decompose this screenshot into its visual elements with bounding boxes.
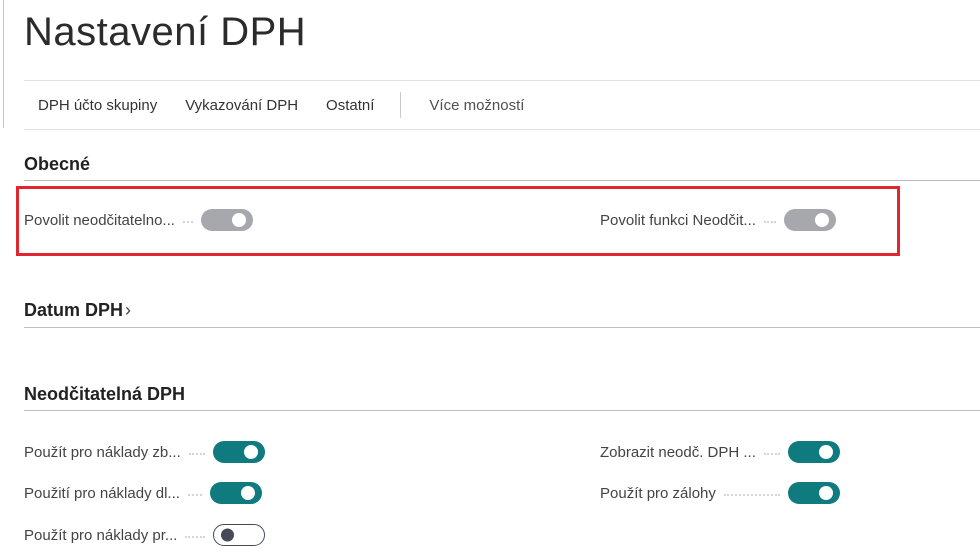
toggle-knob: [818, 486, 833, 500]
field-label: Použití pro náklady dl...: [24, 484, 180, 502]
field-dots: [723, 494, 780, 496]
section-non-deductible-divider: [24, 410, 980, 411]
field-use-for-item-cost: Použít pro náklady zb...: [24, 437, 265, 467]
allow-non-deductible-toggle[interactable]: [200, 209, 253, 231]
field-use-for-prepayments: Použít pro zálohy: [600, 478, 840, 508]
allow-non-deductible-feature-toggle[interactable]: [783, 209, 836, 231]
action-separator: [400, 92, 402, 118]
field-dots: [187, 494, 202, 496]
section-vat-date-title[interactable]: Datum DPH ›: [24, 300, 131, 321]
toggle-knob: [240, 486, 255, 500]
field-dots: [185, 536, 206, 538]
field-dots: [188, 453, 205, 455]
toggle-knob: [231, 213, 246, 227]
window-left-border: [3, 0, 4, 128]
use-for-fixed-asset-cost-toggle[interactable]: [209, 482, 262, 504]
field-label: Použít pro náklady zb...: [24, 443, 181, 461]
section-general-title[interactable]: Obecné: [24, 154, 90, 175]
page-title: Nastavení DPH: [24, 10, 307, 54]
use-for-job-cost-toggle[interactable]: [213, 524, 266, 546]
field-label: Použít pro zálohy: [600, 484, 716, 502]
field-dots: [182, 221, 193, 223]
section-non-deductible-title[interactable]: Neodčitatelná DPH: [24, 384, 185, 405]
field-label: Povolit neodčitatelno...: [24, 211, 175, 229]
toggle-knob: [818, 445, 833, 459]
chevron-right-icon: ›: [125, 300, 132, 320]
action-vat-posting-groups[interactable]: DPH účto skupiny: [38, 97, 157, 114]
field-dots: [763, 453, 780, 455]
field-show-non-deductible-vat: Zobrazit neodč. DPH ...: [600, 437, 840, 467]
section-vat-date-label: Datum DPH: [24, 300, 124, 320]
toggle-knob: [814, 213, 829, 227]
action-vat-reporting[interactable]: Vykazování DPH: [185, 97, 298, 114]
section-general-divider: [24, 180, 980, 181]
field-allow-non-deductible: Povolit neodčitatelno...: [24, 205, 253, 235]
field-label: Zobrazit neodč. DPH ...: [600, 443, 756, 461]
field-label: Použít pro náklady pr...: [24, 526, 178, 544]
action-bar: DPH účto skupiny Vykazování DPH Ostatní …: [24, 80, 980, 130]
more-options-button[interactable]: Více možností: [429, 97, 524, 114]
toggle-knob: [243, 445, 258, 459]
field-use-for-job-cost: Použít pro náklady pr...: [24, 520, 266, 550]
field-allow-non-deductible-feature: Povolit funkci Neodčit...: [600, 205, 836, 235]
use-for-item-cost-toggle[interactable]: [212, 441, 265, 463]
field-use-for-fixed-asset-cost: Použití pro náklady dl...: [24, 478, 262, 508]
field-label: Povolit funkci Neodčit...: [600, 211, 756, 229]
section-vat-date-divider: [24, 327, 980, 328]
show-non-deductible-vat-toggle[interactable]: [787, 441, 840, 463]
field-dots: [763, 221, 776, 223]
use-for-prepayments-toggle[interactable]: [787, 482, 840, 504]
toggle-knob: [221, 528, 235, 542]
action-other[interactable]: Ostatní: [326, 97, 374, 114]
